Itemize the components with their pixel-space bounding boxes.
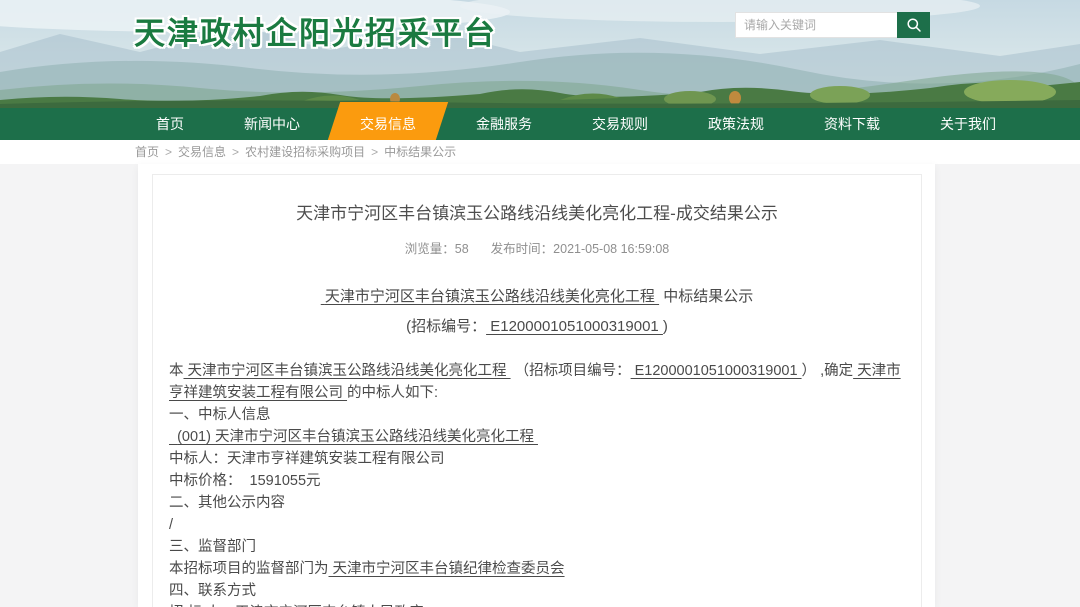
breadcrumb-link-4: 中标结果公示 [384, 145, 456, 159]
text: 的中标人如下: [347, 385, 438, 401]
search-button[interactable] [897, 12, 930, 38]
nav-item-6[interactable]: 政策法规 [678, 108, 794, 140]
text: ） ,确定 [802, 363, 854, 379]
main-nav: 首页 新闻中心 交易信息 金融服务 交易规则 政策法规 资料下载 关于我们 [0, 108, 1080, 140]
breadcrumb-link-1[interactable]: 首页 [135, 145, 159, 159]
document-line-4: 中标价格： 1591055元 [165, 470, 909, 492]
text: / [169, 517, 173, 533]
document-body: 一、中标人信息 (001) 天津市宁河区丰台镇滨玉公路线沿线美化亮化工程 中标人… [165, 404, 909, 607]
nav-item-8[interactable]: 关于我们 [910, 108, 1026, 140]
site-title: 天津政村企阳光招采平台 [134, 8, 497, 53]
nav-item-label: 关于我们 [940, 116, 996, 132]
article-title: 天津市宁河区丰台镇滨玉公路线沿线美化亮化工程-成交结果公示 [165, 199, 909, 224]
underlined-text: 天津市宁河区丰台镇滨玉公路线沿线美化亮化工程 [184, 363, 511, 379]
text: 中标价格： 1591055元 [169, 473, 321, 489]
text: 本招标项目的监督部门为 [169, 561, 329, 577]
search-icon [906, 17, 922, 33]
text: 本 [169, 363, 184, 379]
breadcrumb-link-3[interactable]: 农村建设招标采购项目 [245, 145, 365, 159]
breadcrumb-link-2[interactable]: 交易信息 [178, 145, 226, 159]
content-panel: 天津市宁河区丰台镇滨玉公路线沿线美化亮化工程-成交结果公示 浏览量：58 发布时间… [138, 164, 935, 607]
breadcrumb-separator: > [165, 145, 172, 159]
article-meta: 浏览量：58 发布时间：2021-05-08 16:59:08 [165, 238, 909, 257]
document-line-1: 一、中标人信息 [165, 404, 909, 426]
text: 二、其他公示内容 [169, 495, 285, 511]
text: 中标结果公示 [659, 288, 753, 305]
breadcrumb-separator: > [371, 145, 378, 159]
nav-item-7[interactable]: 资料下载 [794, 108, 910, 140]
document-line-8: 本招标项目的监督部门为 天津市宁河区丰台镇纪律检查委员会 [165, 558, 909, 580]
text: ) [663, 318, 668, 335]
search-bar [735, 12, 930, 38]
document-line-5: 二、其他公示内容 [165, 492, 909, 514]
underlined-text: E1200001051000319001 [631, 363, 802, 379]
article-panel: 天津市宁河区丰台镇滨玉公路线沿线美化亮化工程-成交结果公示 浏览量：58 发布时间… [152, 174, 922, 607]
underlined-text: 天津市宁河区丰台镇纪律检查委员会 [329, 561, 565, 577]
nav-item-label: 政策法规 [708, 116, 764, 132]
text: （招标项目编号： [511, 363, 631, 379]
text: 中标人：天津市亨祥建筑安装工程有限公司 [169, 451, 445, 467]
document-line-2: (001) 天津市宁河区丰台镇滨玉公路线沿线美化亮化工程 [165, 426, 909, 448]
document-line-9: 四、联系方式 [165, 580, 909, 602]
publish-time-label: 发布时间： [491, 242, 554, 256]
underlined-text: E1200001051000319001 [486, 318, 663, 335]
publish-time: 2021-05-08 16:59:08 [553, 242, 669, 256]
nav-item-3[interactable]: 交易信息 [330, 108, 446, 140]
underlined-text: 天津市宁河区丰台镇滨玉公路线沿线美化亮化工程 [321, 288, 659, 305]
underlined-text: (001) 天津市宁河区丰台镇滨玉公路线沿线美化亮化工程 [169, 429, 538, 445]
page: 天津政村企阳光招采平台 首页新闻中心交易信息金融服务交易规则政策法规资料下载关于… [0, 0, 1080, 607]
header-banner: 天津政村企阳光招采平台 [0, 0, 1080, 108]
document-line-10: 招 标 人：天津市宁河区丰台镇人民政府 [165, 602, 909, 607]
nav-item-4[interactable]: 金融服务 [446, 108, 562, 140]
document-line-7: 三、监督部门 [165, 536, 909, 558]
nav-item-label: 首页 [156, 116, 184, 132]
document-tender-number: (招标编号： E1200001051000319001 ) [165, 315, 909, 336]
document-intro-paragraph: 本 天津市宁河区丰台镇滨玉公路线沿线美化亮化工程 （招标项目编号： E12000… [165, 360, 909, 404]
nav-item-label: 交易规则 [592, 116, 648, 132]
nav-item-label: 新闻中心 [244, 116, 300, 132]
nav-item-1[interactable]: 首页 [126, 108, 214, 140]
text: 三、监督部门 [169, 539, 256, 555]
text: (招标编号： [406, 318, 486, 335]
breadcrumb-separator: > [232, 145, 239, 159]
nav-item-5[interactable]: 交易规则 [562, 108, 678, 140]
nav-item-label: 资料下载 [824, 116, 880, 132]
text: 四、联系方式 [169, 583, 256, 599]
text: 一、中标人信息 [169, 407, 271, 423]
search-input[interactable] [735, 12, 897, 38]
views-count: 58 [455, 242, 469, 256]
document-line-3: 中标人：天津市亨祥建筑安装工程有限公司 [165, 448, 909, 470]
breadcrumb: 首页 > 交易信息 > 农村建设招标采购项目 > 中标结果公示 [0, 140, 1080, 164]
views-label: 浏览量： [405, 242, 455, 256]
page-background: 天津市宁河区丰台镇滨玉公路线沿线美化亮化工程-成交结果公示 浏览量：58 发布时间… [0, 164, 1080, 607]
nav-item-label: 交易信息 [360, 116, 416, 132]
nav-item-label: 金融服务 [476, 116, 532, 132]
document-line-6: / [165, 514, 909, 536]
document-heading: 天津市宁河区丰台镇滨玉公路线沿线美化亮化工程 中标结果公示 [165, 285, 909, 306]
nav-item-2[interactable]: 新闻中心 [214, 108, 330, 140]
